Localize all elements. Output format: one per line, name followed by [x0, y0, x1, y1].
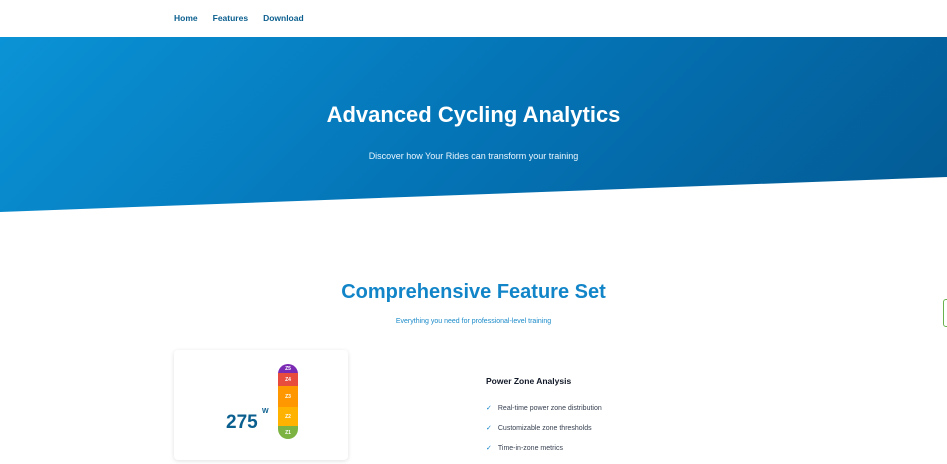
feature-title: Power Zone Analysis	[486, 376, 572, 386]
feature-item-text: Customizable zone thresholds	[497, 425, 592, 432]
check-icon: ✓	[486, 405, 492, 412]
nav-links: Home Features Download	[174, 13, 304, 23]
top-navigation: Home Features Download	[0, 0, 947, 37]
nav-link-home[interactable]: Home	[174, 13, 198, 23]
features-section-title: Comprehensive Feature Set	[341, 281, 606, 303]
zone-z3: Z3	[278, 386, 298, 407]
power-watts-unit: W	[262, 408, 269, 415]
feature-list: ✓ Real-time power zone distribution ✓ Cust…	[486, 404, 686, 464]
zone-z5: Z5	[278, 364, 298, 373]
zone-z1: Z1	[278, 426, 298, 439]
check-icon: ✓	[486, 445, 492, 452]
hero-banner: Advanced Cycling Analytics Discover how …	[0, 37, 947, 212]
nav-link-features[interactable]: Features	[213, 13, 248, 23]
zone-z2: Z2	[278, 407, 298, 426]
check-icon: ✓	[486, 425, 492, 432]
hero-title: Advanced Cycling Analytics	[326, 102, 621, 127]
nav-link-download[interactable]: Download	[263, 13, 304, 23]
feature-list-item: ✓ Real-time power zone distribution	[486, 404, 686, 424]
zone-z4-label: Z4	[285, 376, 291, 383]
zone-z3-label: Z3	[285, 393, 291, 400]
side-feedback-tab[interactable]	[943, 299, 947, 327]
feature-item-text: Real-time power zone distribution	[497, 405, 602, 412]
power-zone-card: Z5 Z4 Z3 Z2 Z1 275 W	[174, 350, 348, 460]
hero-subtitle: Discover how Your Rides can transform yo…	[368, 151, 579, 161]
zone-z2-label: Z2	[285, 413, 291, 420]
feature-item-text: Time-in-zone metrics	[497, 445, 563, 452]
feature-list-item: ✓ Time-in-zone metrics	[486, 444, 686, 464]
zone-z1-label: Z1	[285, 429, 291, 436]
zone-z5-label: Z5	[285, 365, 291, 372]
zone-z4: Z4	[278, 373, 298, 386]
feature-list-item: ✓ Customizable zone thresholds	[486, 424, 686, 444]
power-zone-bar: Z5 Z4 Z3 Z2 Z1	[278, 364, 298, 439]
power-watts-value: 275	[226, 412, 258, 433]
feature-power-zone-analysis: Power Zone Analysis ✓ Real-time power zon…	[486, 376, 602, 452]
features-section-subtitle: Everything you need for professional-lev…	[395, 318, 552, 325]
